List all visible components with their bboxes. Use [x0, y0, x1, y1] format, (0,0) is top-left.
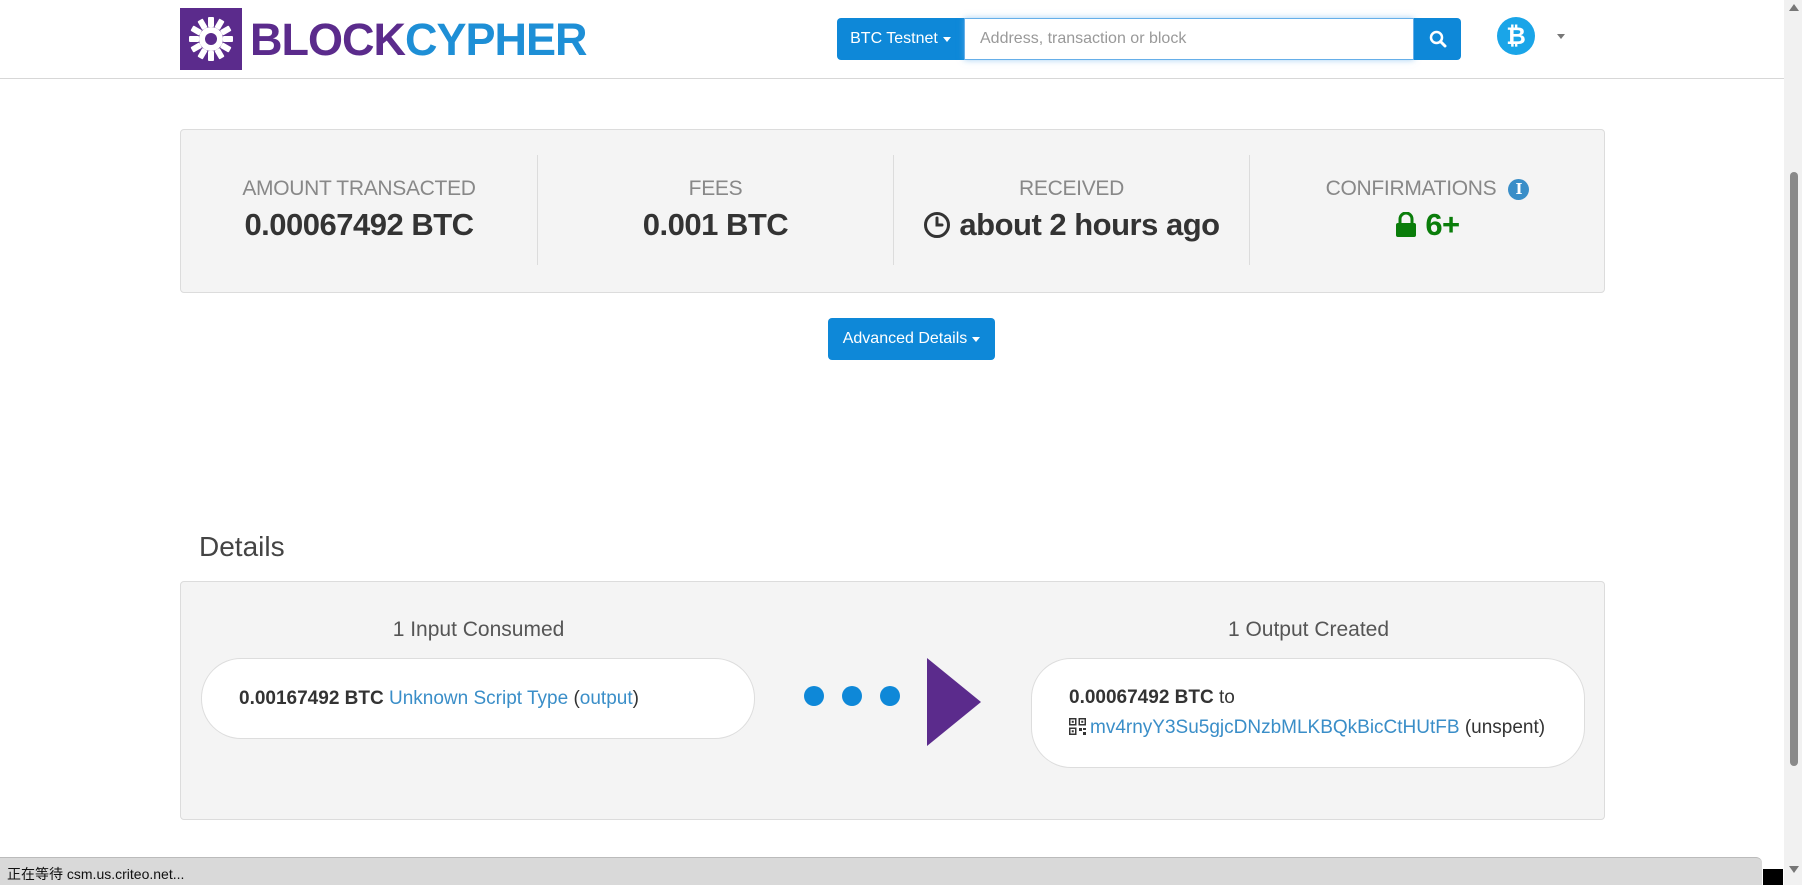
- blockcypher-logo[interactable]: BLOCKCYPHER: [180, 8, 588, 70]
- navbar: BLOCKCYPHER BTC Testnet ₿: [0, 0, 1784, 79]
- search-bar: BTC Testnet: [837, 18, 1461, 60]
- network-label: BTC Testnet: [850, 30, 938, 47]
- output-status: (unspent): [1464, 717, 1546, 738]
- logo-text-block: BLOCK: [250, 13, 406, 65]
- caret-down-icon: [942, 36, 951, 42]
- confirmations-label-row: CONFIRMATIONS i: [1250, 177, 1605, 201]
- input-amount: 0.00167492 BTC: [239, 687, 384, 709]
- info-icon[interactable]: i: [1508, 178, 1530, 200]
- coin-selector-menu[interactable]: ₿: [1497, 17, 1565, 55]
- outputs-title: 1 Output Created: [1227, 618, 1390, 641]
- flow-dots: [804, 686, 900, 706]
- transaction-summary-panel: AMOUNT TRANSACTED 0.00067492 BTC FEES 0.…: [180, 129, 1605, 293]
- search-button[interactable]: [1414, 18, 1461, 60]
- scroll-up-icon[interactable]: [1789, 4, 1799, 11]
- qr-code-icon[interactable]: [1069, 718, 1086, 735]
- received-label: RECEIVED: [1019, 177, 1124, 200]
- fees-label: FEES: [688, 177, 743, 200]
- received-stat: RECEIVED about 2 hours ago: [893, 155, 1249, 265]
- received-value: about 2 hours ago: [959, 207, 1220, 242]
- bitcoin-icon: ₿: [1497, 17, 1535, 55]
- paren-close: ): [632, 687, 639, 709]
- advanced-details-button[interactable]: Advanced Details: [828, 318, 995, 360]
- script-type-link[interactable]: Unknown Script Type: [389, 688, 568, 709]
- confirmations-value: 6+: [1425, 207, 1460, 242]
- fees-stat: FEES 0.001 BTC: [537, 155, 893, 265]
- search-icon: [1429, 30, 1446, 48]
- confirmations-value-row: 6+: [1250, 207, 1605, 243]
- flow-dot: [804, 686, 824, 706]
- received-value-row: about 2 hours ago: [894, 207, 1249, 243]
- details-heading: Details: [199, 531, 285, 562]
- amount-transacted-label: AMOUNT TRANSACTED: [242, 177, 476, 200]
- fees-value: 0.001 BTC: [642, 207, 789, 242]
- output-to-label: to: [1219, 687, 1235, 708]
- flow-dot: [842, 686, 862, 706]
- scroll-down-icon[interactable]: [1789, 866, 1799, 873]
- gear-logo-icon: [180, 8, 242, 70]
- confirmations-label: CONFIRMATIONS: [1325, 177, 1497, 200]
- details-panel: 1 Input Consumed 1 Output Created 0.0016…: [180, 581, 1605, 820]
- logo-text-cypher: CYPHER: [404, 13, 588, 65]
- clock-icon: [924, 212, 951, 238]
- caret-down-icon: [972, 336, 981, 342]
- search-input[interactable]: [964, 18, 1414, 60]
- flow-arrow-icon: [927, 658, 981, 746]
- scrollbar-thumb[interactable]: [1790, 172, 1798, 766]
- corner-block: [1763, 869, 1783, 885]
- advanced-details-label: Advanced Details: [842, 330, 968, 347]
- output-item: 0.00067492 BTC to mv4rnyY3Su5gjcDNzbMLKB…: [1031, 658, 1585, 768]
- flow-dot: [880, 686, 900, 706]
- input-item: 0.00167492 BTC Unknown Script Type (outp…: [201, 658, 755, 739]
- browser-status-bar: 正在等待 csm.us.criteo.net...: [0, 857, 1762, 885]
- vertical-scrollbar[interactable]: [1784, 0, 1802, 885]
- logo-wordmark: BLOCKCYPHER: [250, 13, 588, 65]
- inputs-title: 1 Input Consumed: [392, 618, 565, 641]
- network-dropdown-button[interactable]: BTC Testnet: [837, 18, 964, 60]
- amount-transacted-stat: AMOUNT TRANSACTED 0.00067492 BTC: [181, 155, 537, 265]
- caret-down-icon: [1557, 33, 1565, 39]
- output-amount: 0.00067492 BTC: [1069, 687, 1214, 708]
- lock-icon: [1396, 212, 1417, 237]
- confirmations-stat: CONFIRMATIONS i 6+: [1249, 155, 1605, 265]
- output-link[interactable]: output: [580, 688, 633, 709]
- amount-transacted-value: 0.00067492 BTC: [244, 207, 474, 242]
- output-address-link[interactable]: mv4rnyY3Su5gjcDNzbMLKBQkBicCtHUtFB: [1090, 717, 1460, 738]
